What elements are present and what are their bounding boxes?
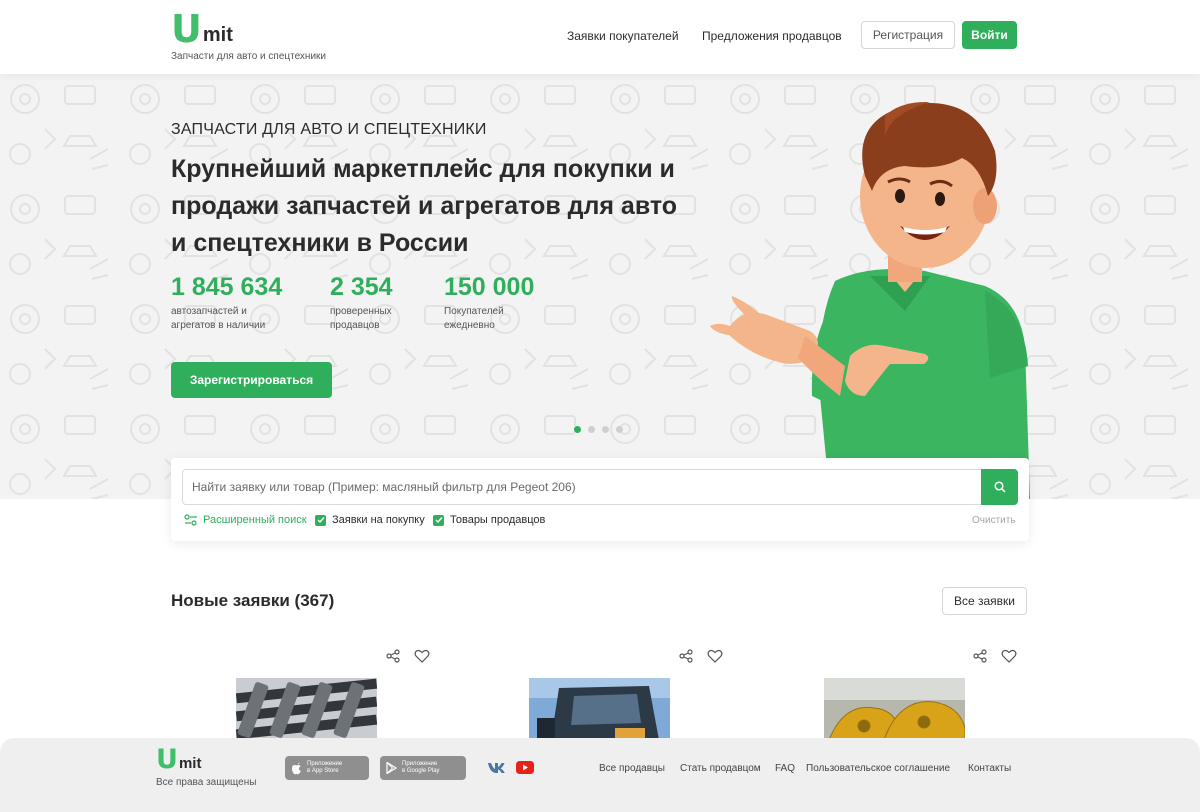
- smiling-man-illustration: [710, 101, 1030, 499]
- footer-link-user-agreement[interactable]: Пользовательское соглашение: [806, 763, 950, 774]
- app-store-button[interactable]: Приложение в App Store: [285, 756, 369, 780]
- share-icon[interactable]: [973, 649, 987, 663]
- vk-icon[interactable]: [487, 762, 505, 774]
- clear-link[interactable]: Очистить: [972, 515, 1016, 526]
- card-actions: [679, 649, 723, 663]
- card-actions: [386, 649, 430, 663]
- logo-letter-u: U: [171, 7, 202, 51]
- logo[interactable]: U mit: [171, 10, 233, 48]
- advanced-search-link[interactable]: Расширенный поиск: [184, 514, 307, 526]
- stat-verified-sellers: 2 354 проверенных продавцов: [330, 272, 400, 333]
- carousel-dots: [574, 426, 623, 433]
- hero-subtitle: ЗАПЧАСТИ ДЛЯ АВТО И СПЕЦТЕХНИКИ: [171, 121, 487, 138]
- share-icon[interactable]: [386, 649, 400, 663]
- signup-button[interactable]: Зарегистрироваться: [171, 362, 332, 398]
- footer-logo[interactable]: U mit: [156, 746, 201, 774]
- apple-icon: [292, 762, 301, 774]
- advanced-search-label: Расширенный поиск: [203, 514, 307, 526]
- login-button[interactable]: Войти: [962, 21, 1017, 49]
- stat-parts-in-stock: 1 845 634 автозапчастей и агрегатов в на…: [171, 272, 282, 333]
- site-footer: U mit Все права защищены Приложение в Ap…: [0, 738, 1200, 812]
- checkbox-buy-requests[interactable]: Заявки на покупку: [315, 514, 425, 526]
- footer-link-faq[interactable]: FAQ: [775, 763, 795, 774]
- app-store-line-1: Приложение: [307, 761, 343, 767]
- card-actions: [973, 649, 1017, 663]
- heart-icon[interactable]: [707, 649, 723, 663]
- search-icon: [993, 481, 1006, 493]
- new-requests-title: Новые заявки (367): [171, 591, 335, 610]
- youtube-icon[interactable]: [516, 761, 534, 774]
- stat-value: 1 845 634: [171, 273, 283, 301]
- google-play-line-1: Приложение: [402, 761, 438, 767]
- search-button[interactable]: [981, 469, 1018, 505]
- site-header: U mit Запчасти для авто и спецтехники За…: [0, 0, 1200, 74]
- checkbox-label: Товары продавцов: [450, 514, 546, 526]
- footer-link-contacts[interactable]: Контакты: [968, 763, 1011, 774]
- logo-text-mit: mit: [178, 755, 202, 772]
- logo-letter-u: U: [156, 744, 178, 775]
- carousel-dot-3[interactable]: [602, 426, 609, 433]
- hero-banner: ЗАПЧАСТИ ДЛЯ АВТО И СПЕЦТЕХНИКИ Крупнейш…: [0, 74, 1200, 499]
- stat-label: проверенных продавцов: [330, 306, 392, 331]
- nav-link-buyer-requests[interactable]: Заявки покупателей: [567, 29, 679, 43]
- card-image-sprocket-parts[interactable]: [824, 678, 965, 740]
- google-play-line-2: в Google Play: [402, 768, 440, 774]
- stat-value: 2 354: [330, 273, 393, 301]
- hero-title: Крупнейший маркетплейс для покупки и про…: [171, 155, 678, 257]
- share-icon[interactable]: [679, 649, 693, 663]
- stat-value: 150 000: [444, 273, 535, 301]
- search-panel: Расширенный поиск Заявки на покупку Това…: [171, 458, 1029, 541]
- logo-text-mit: mit: [202, 24, 233, 46]
- footer-link-become-seller[interactable]: Стать продавцом: [680, 763, 761, 774]
- stat-label: Покупателей ежедневно: [444, 306, 504, 331]
- register-button[interactable]: Регистрация: [861, 21, 955, 49]
- card-image-machine-cab[interactable]: [529, 678, 670, 740]
- google-play-button[interactable]: Приложение в Google Play: [380, 756, 466, 780]
- carousel-dot-1[interactable]: [574, 426, 581, 433]
- footer-link-all-sellers[interactable]: Все продавцы: [599, 763, 665, 774]
- stat-label: автозапчастей и агрегатов в наличии: [171, 306, 266, 331]
- checkmark-icon: [315, 514, 326, 526]
- checkbox-label: Заявки на покупку: [332, 514, 425, 526]
- stat-daily-buyers: 150 000 Покупателей ежедневно: [444, 272, 534, 333]
- heart-icon[interactable]: [1001, 649, 1017, 663]
- google-play-icon: [386, 762, 397, 774]
- search-input[interactable]: [182, 469, 982, 505]
- card-image-track-chain[interactable]: [236, 678, 377, 740]
- heart-icon[interactable]: [414, 649, 430, 663]
- filter-sliders-icon: [184, 514, 197, 526]
- copyright-text: Все права защищены: [156, 777, 257, 788]
- app-store-line-2: в App Store: [307, 768, 339, 774]
- all-requests-button[interactable]: Все заявки: [942, 587, 1027, 615]
- carousel-dot-4[interactable]: [616, 426, 623, 433]
- logo-tagline: Запчасти для авто и спецтехники: [171, 51, 327, 62]
- checkmark-icon: [433, 514, 444, 526]
- carousel-dot-2[interactable]: [588, 426, 595, 433]
- nav-link-seller-offers[interactable]: Предложения продавцов: [702, 29, 842, 43]
- checkbox-seller-products[interactable]: Товары продавцов: [433, 514, 545, 526]
